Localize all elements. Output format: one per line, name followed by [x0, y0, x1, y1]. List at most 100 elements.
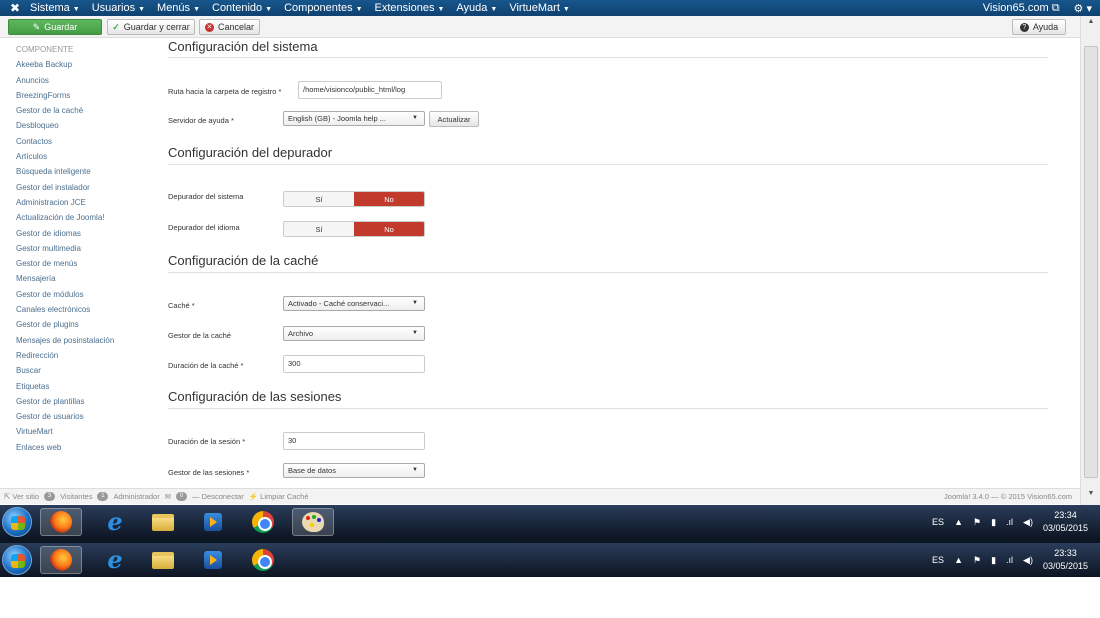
menu-usuarios[interactable]: Usuarios ▼: [92, 2, 145, 14]
clock[interactable]: 23:33 03/05/2015: [1043, 547, 1088, 573]
sidebar-item[interactable]: Administracion JCE: [16, 195, 156, 210]
logout-link[interactable]: — Desconectar: [192, 492, 244, 501]
joomla-logo-icon[interactable]: ✖: [0, 1, 30, 15]
system-debug-yes[interactable]: Sí: [284, 192, 354, 206]
volume-icon[interactable]: ◀): [1023, 517, 1033, 528]
language-debug-label: Depurador del idioma: [168, 223, 240, 232]
sidebar-item[interactable]: Gestor de plantillas: [16, 394, 156, 409]
mail-icon[interactable]: ✉: [165, 492, 171, 501]
menu-componentes[interactable]: Componentes ▼: [284, 2, 362, 14]
section-title-debugger: Configuración del depurador: [168, 145, 333, 160]
taskbar-explorer[interactable]: [142, 508, 184, 536]
taskbar-firefox[interactable]: [40, 546, 82, 574]
folder-icon: [152, 551, 174, 569]
sidebar-item[interactable]: Mensajes de posinstalación: [16, 333, 156, 348]
sidebar-item[interactable]: Anuncios: [16, 73, 156, 88]
sidebar-item[interactable]: Gestor de plugins: [16, 317, 156, 332]
sidebar-item[interactable]: Gestor multimedia: [16, 241, 156, 256]
cache-handler-select[interactable]: Archivo ▼: [283, 326, 425, 341]
signal-icon[interactable]: .ıl: [1006, 555, 1013, 565]
visitors-label: Visitantes: [60, 492, 93, 501]
view-site-link[interactable]: ⇱ Ver sitio: [4, 492, 39, 501]
sidebar-item[interactable]: Búsqueda inteligente: [16, 164, 156, 179]
action-center-icon[interactable]: ⚑: [973, 555, 981, 566]
menu-menus[interactable]: Menús ▼: [157, 2, 200, 14]
sidebar-item[interactable]: Canales electrónicos: [16, 302, 156, 317]
firefox-icon: [50, 549, 72, 571]
clock-time: 23:33: [1054, 548, 1077, 558]
refresh-button[interactable]: Actualizar: [429, 111, 479, 127]
sidebar-item[interactable]: Enlaces web: [16, 440, 156, 455]
sidebar-item[interactable]: Mensajería: [16, 271, 156, 286]
taskbar-ie[interactable]: e: [94, 508, 136, 536]
sidebar-item[interactable]: Redirección: [16, 348, 156, 363]
cache-time-input[interactable]: 300: [283, 355, 425, 373]
sidebar-item[interactable]: Gestor de módulos: [16, 287, 156, 302]
section-divider: [168, 408, 1048, 409]
sidebar-item[interactable]: Gestor de la caché: [16, 103, 156, 118]
taskbar-ie[interactable]: e: [94, 546, 136, 574]
page-scrollbar[interactable]: ▲ ▼: [1080, 16, 1100, 506]
sidebar-item[interactable]: Gestor de menús: [16, 256, 156, 271]
tray-expand-icon[interactable]: ▲: [954, 555, 963, 565]
help-server-select[interactable]: English (GB) - Joomla help ... ▼: [283, 111, 425, 126]
save-close-button[interactable]: ✓ Guardar y cerrar: [107, 19, 195, 35]
network-icon[interactable]: ▮: [991, 555, 996, 566]
taskbar-firefox[interactable]: [40, 508, 82, 536]
cache-select[interactable]: Activado - Caché conservaci... ▼: [283, 296, 425, 311]
chevron-down-icon: ▼: [412, 330, 418, 336]
edit-icon: ✎: [32, 21, 41, 32]
sidebar-item[interactable]: Actualización de Joomla!: [16, 210, 156, 225]
taskbar-media[interactable]: [192, 508, 234, 536]
menu-extensiones[interactable]: Extensiones ▼: [375, 2, 445, 14]
section-title-system: Configuración del sistema: [168, 39, 318, 54]
sidebar-item[interactable]: BreezingForms: [16, 88, 156, 103]
scroll-down-arrow-icon[interactable]: ▼: [1081, 490, 1100, 502]
cancel-button[interactable]: ✕ Cancelar: [199, 19, 260, 35]
session-lifetime-input[interactable]: 30: [283, 432, 425, 450]
action-center-icon[interactable]: ⚑: [973, 517, 981, 528]
sidebar-item[interactable]: Etiquetas: [16, 379, 156, 394]
system-debug-no[interactable]: No: [354, 192, 424, 206]
menu-contenido[interactable]: Contenido ▼: [212, 2, 272, 14]
language-indicator[interactable]: ES: [932, 555, 944, 565]
save-button[interactable]: ✎ Guardar: [8, 19, 102, 35]
sidebar-item[interactable]: Gestor de idiomas: [16, 226, 156, 241]
menu-sistema[interactable]: Sistema ▼: [30, 2, 80, 14]
network-icon[interactable]: ▮: [991, 517, 996, 528]
sidebar-item[interactable]: VirtueMart: [16, 424, 156, 439]
help-button[interactable]: ? Ayuda: [1012, 19, 1066, 35]
sidebar-item[interactable]: Artículos: [16, 149, 156, 164]
clear-cache-link[interactable]: ⚡ Limpiar Caché: [249, 492, 309, 501]
site-link[interactable]: Vision65.com ⧉: [983, 2, 1060, 15]
scroll-up-arrow-icon[interactable]: ▲: [1081, 18, 1100, 30]
taskbar-explorer[interactable]: [142, 546, 184, 574]
signal-icon[interactable]: .ıl: [1006, 517, 1013, 527]
session-handler-select[interactable]: Base de datos ▼: [283, 463, 425, 478]
sidebar-item[interactable]: Contactos: [16, 134, 156, 149]
taskbar-paint[interactable]: [292, 508, 334, 536]
sidebar-item[interactable]: Desbloqueo: [16, 118, 156, 133]
scroll-thumb[interactable]: [1084, 46, 1098, 478]
media-player-icon: [204, 551, 222, 569]
sidebar-item[interactable]: Buscar: [16, 363, 156, 378]
language-debug-no[interactable]: No: [354, 222, 424, 236]
sidebar-item[interactable]: Gestor del instalador: [16, 180, 156, 195]
start-button-icon[interactable]: [2, 507, 32, 537]
tray-expand-icon[interactable]: ▲: [954, 517, 963, 527]
language-debug-yes[interactable]: Sí: [284, 222, 354, 236]
menu-ayuda[interactable]: Ayuda ▼: [456, 2, 497, 14]
sidebar-item[interactable]: Gestor de usuarios: [16, 409, 156, 424]
log-path-input[interactable]: /home/visionco/public_html/log: [298, 81, 442, 99]
volume-icon[interactable]: ◀): [1023, 555, 1033, 566]
taskbar-media[interactable]: [192, 546, 234, 574]
start-button-icon[interactable]: [2, 545, 32, 575]
check-icon: ✓: [112, 21, 120, 32]
language-indicator[interactable]: ES: [932, 517, 944, 527]
clock[interactable]: 23:34 03/05/2015: [1043, 509, 1088, 535]
taskbar-chrome[interactable]: [242, 546, 284, 574]
menu-virtuemart[interactable]: VirtueMart ▼: [509, 2, 569, 14]
sidebar-item[interactable]: Akeeba Backup: [16, 57, 156, 72]
taskbar-chrome[interactable]: [242, 508, 284, 536]
gear-icon[interactable]: ⚙ ▾: [1074, 2, 1092, 15]
